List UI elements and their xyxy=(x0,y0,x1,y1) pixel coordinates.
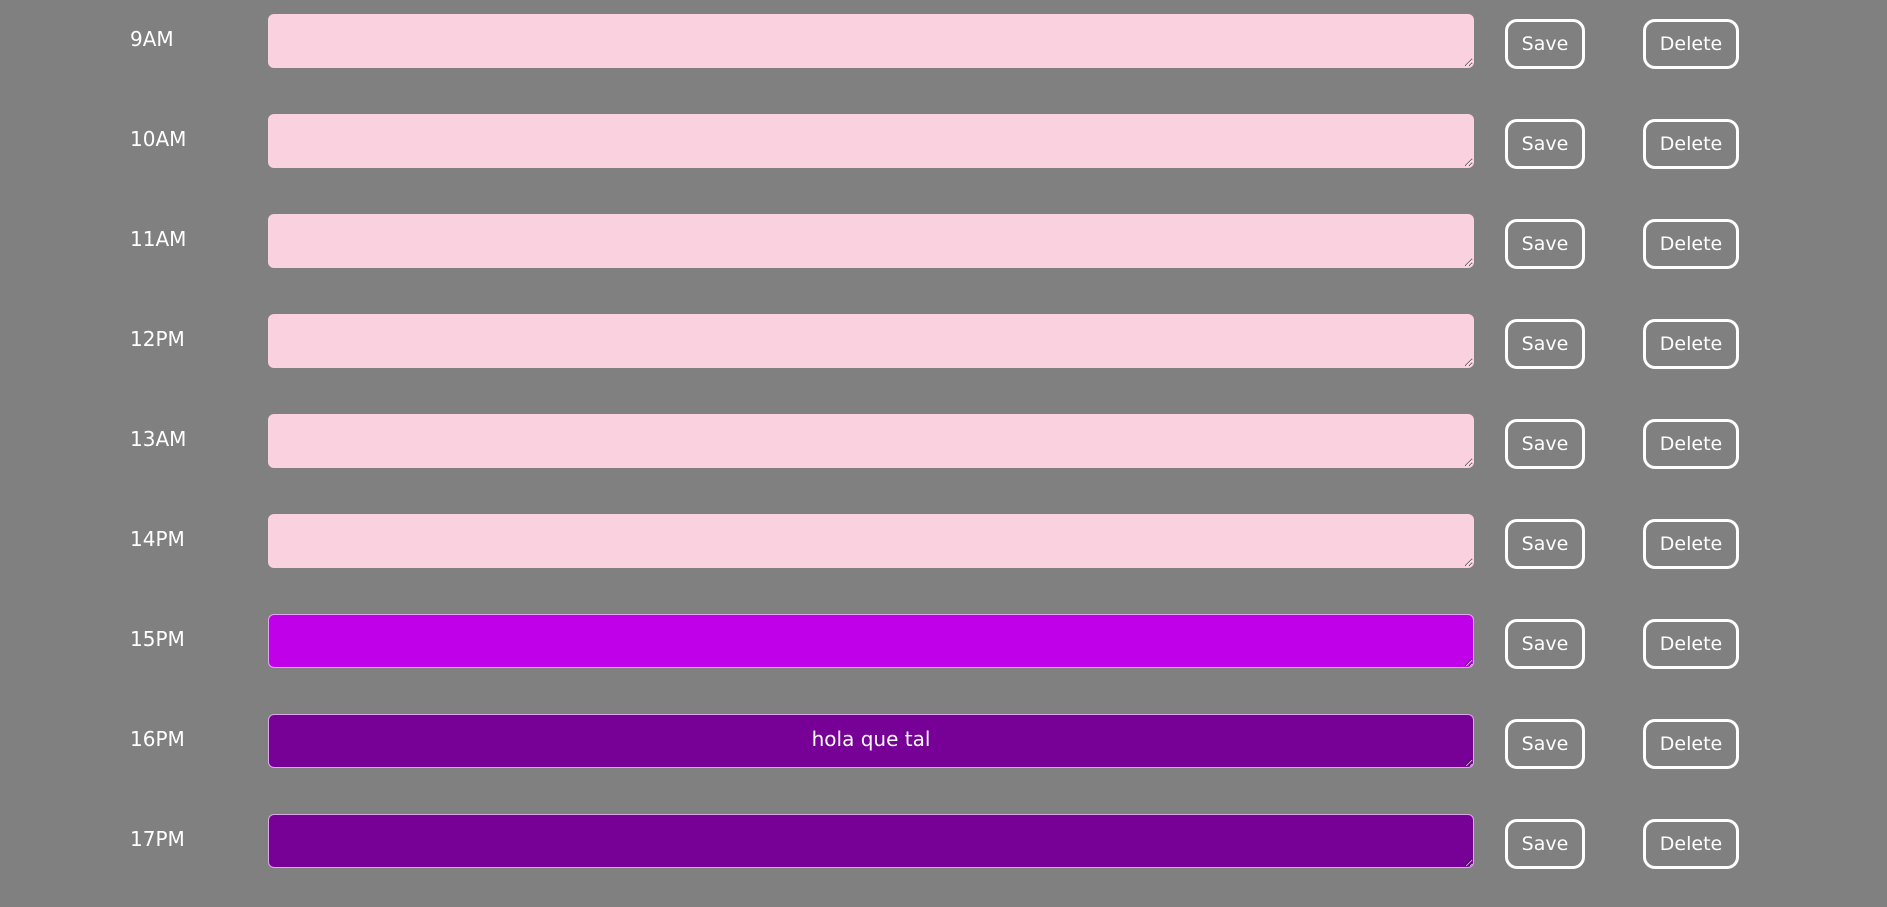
save-button[interactable]: Save xyxy=(1505,219,1585,269)
save-button[interactable]: Save xyxy=(1505,719,1585,769)
event-input[interactable] xyxy=(268,114,1474,168)
delete-button[interactable]: Delete xyxy=(1643,719,1739,769)
hour-label: 12PM xyxy=(130,327,185,351)
save-button[interactable]: Save xyxy=(1505,319,1585,369)
save-button[interactable]: Save xyxy=(1505,819,1585,869)
time-block: 12PM Save Delete xyxy=(0,314,1887,370)
time-block: 16PM hola que tal Save Delete xyxy=(0,714,1887,770)
event-input[interactable] xyxy=(268,814,1474,868)
hour-label: 16PM xyxy=(130,727,185,751)
event-input[interactable] xyxy=(268,614,1474,668)
time-block: 11AM Save Delete xyxy=(0,214,1887,270)
event-input[interactable] xyxy=(268,414,1474,468)
save-button[interactable]: Save xyxy=(1505,19,1585,69)
save-button[interactable]: Save xyxy=(1505,519,1585,569)
save-button[interactable]: Save xyxy=(1505,119,1585,169)
event-input[interactable]: hola que tal xyxy=(268,714,1474,768)
delete-button[interactable]: Delete xyxy=(1643,119,1739,169)
event-input[interactable] xyxy=(268,514,1474,568)
time-block: 13AM Save Delete xyxy=(0,414,1887,470)
hour-label: 13AM xyxy=(130,427,187,451)
delete-button[interactable]: Delete xyxy=(1643,19,1739,69)
time-block: 17PM Save Delete xyxy=(0,814,1887,870)
hour-label: 10AM xyxy=(130,127,187,151)
time-block: 9AM Save Delete xyxy=(0,14,1887,70)
save-button[interactable]: Save xyxy=(1505,619,1585,669)
save-button[interactable]: Save xyxy=(1505,419,1585,469)
hour-label: 15PM xyxy=(130,627,185,651)
hour-label: 11AM xyxy=(130,227,187,251)
delete-button[interactable]: Delete xyxy=(1643,619,1739,669)
time-block: 15PM Save Delete xyxy=(0,614,1887,670)
delete-button[interactable]: Delete xyxy=(1643,319,1739,369)
event-input[interactable] xyxy=(268,214,1474,268)
planner: 9AM Save Delete 10AM Save Delete 11AM Sa… xyxy=(0,0,1887,907)
time-block: 10AM Save Delete xyxy=(0,114,1887,170)
event-input[interactable] xyxy=(268,314,1474,368)
delete-button[interactable]: Delete xyxy=(1643,819,1739,869)
delete-button[interactable]: Delete xyxy=(1643,219,1739,269)
delete-button[interactable]: Delete xyxy=(1643,519,1739,569)
hour-label: 14PM xyxy=(130,527,185,551)
hour-label: 9AM xyxy=(130,27,174,51)
delete-button[interactable]: Delete xyxy=(1643,419,1739,469)
hour-label: 17PM xyxy=(130,827,185,851)
time-block: 14PM Save Delete xyxy=(0,514,1887,570)
event-input[interactable] xyxy=(268,14,1474,68)
